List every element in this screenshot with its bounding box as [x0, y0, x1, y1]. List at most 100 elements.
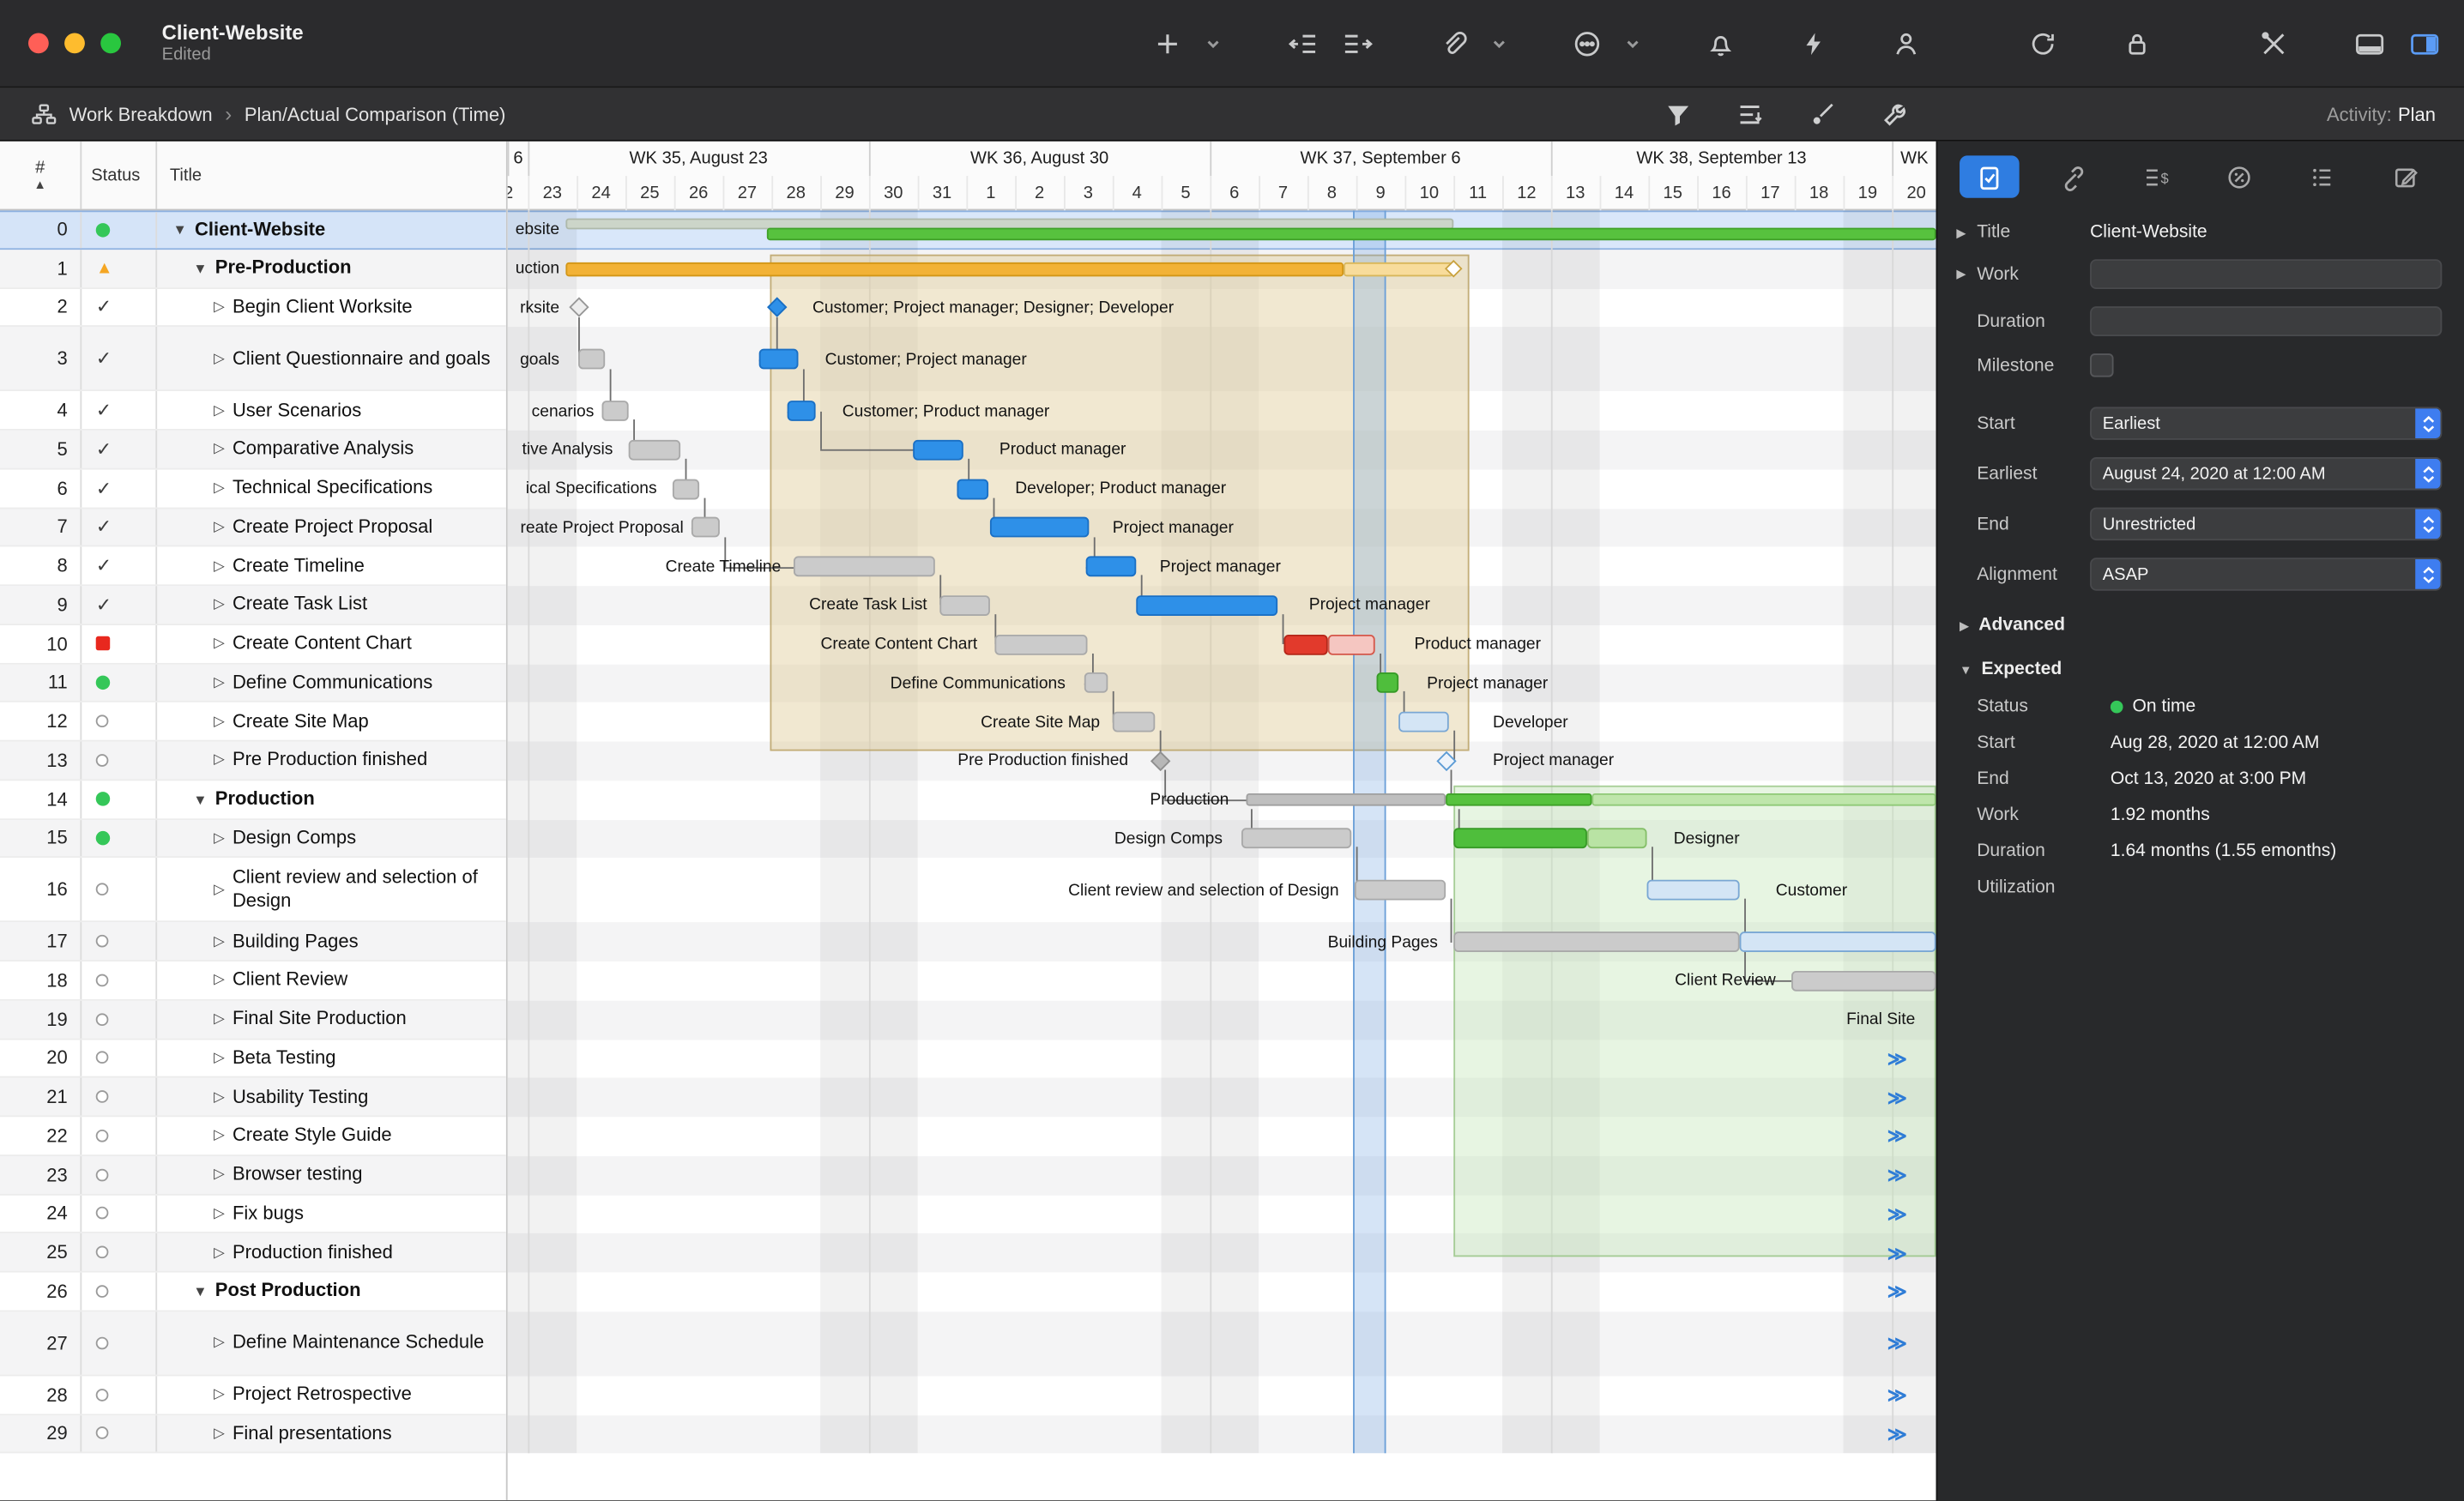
- expand-icon[interactable]: ▷: [214, 1127, 225, 1144]
- add-chevron-icon[interactable]: [1204, 33, 1223, 52]
- task-row-29[interactable]: 29▷Final presentations: [0, 1414, 506, 1453]
- end-popup[interactable]: Unrestricted: [2090, 508, 2442, 540]
- more-icon[interactable]: [1572, 27, 1603, 59]
- expand-icon[interactable]: ▷: [214, 401, 225, 419]
- work-disclosure-icon[interactable]: ▶: [1956, 267, 1977, 280]
- gantt-bar[interactable]: [1446, 793, 1591, 806]
- notifications-icon[interactable]: [1705, 27, 1736, 59]
- task-row-20[interactable]: 20▷Beta Testing: [0, 1040, 506, 1078]
- expand-icon[interactable]: ▷: [214, 558, 225, 575]
- outdent-icon[interactable]: [1285, 27, 1320, 59]
- task-row-5[interactable]: 5✓▷Comparative Analysis: [0, 431, 506, 469]
- indent-icon[interactable]: [1340, 27, 1374, 59]
- title-disclosure-icon[interactable]: ▶: [1956, 226, 1977, 239]
- offscreen-bar-arrows-icon[interactable]: ≫: [1887, 1040, 1907, 1078]
- offscreen-bar-arrows-icon[interactable]: ≫: [1887, 1376, 1907, 1414]
- close-button[interactable]: [28, 33, 49, 53]
- settings-wrench-icon[interactable]: [1880, 99, 1911, 128]
- more-chevron-icon[interactable]: [1623, 33, 1642, 52]
- tools-icon[interactable]: [2258, 27, 2290, 59]
- activity-bolt-icon[interactable]: [1799, 29, 1827, 57]
- gantt-bar[interactable]: [990, 517, 1089, 538]
- panel-right-icon[interactable]: [2407, 27, 2442, 59]
- gantt-bar[interactable]: [1587, 829, 1647, 849]
- expand-icon[interactable]: ▷: [214, 1335, 225, 1352]
- gantt-bar[interactable]: [1377, 673, 1399, 694]
- gantt-bar[interactable]: [1344, 262, 1453, 275]
- task-row-24[interactable]: 24▷Fix bugs: [0, 1195, 506, 1233]
- advanced-disclosure-icon[interactable]: ▶: [1960, 618, 1969, 632]
- task-row-22[interactable]: 22▷Create Style Guide: [0, 1117, 506, 1155]
- task-row-14[interactable]: 14▼Production: [0, 781, 506, 819]
- zoom-button[interactable]: [100, 33, 121, 53]
- utilization-tab[interactable]: [2209, 155, 2269, 197]
- milestone-checkbox[interactable]: [2090, 353, 2113, 377]
- gantt-bar[interactable]: [994, 634, 1087, 654]
- task-row-11[interactable]: 11▷Define Communications: [0, 664, 506, 702]
- gantt-bar[interactable]: [1113, 712, 1155, 732]
- gantt-bar[interactable]: [957, 479, 988, 499]
- expand-icon[interactable]: ▷: [214, 751, 225, 769]
- task-row-12[interactable]: 12▷Create Site Map: [0, 702, 506, 741]
- expand-icon[interactable]: ▷: [214, 479, 225, 497]
- expand-icon[interactable]: ▷: [214, 1425, 225, 1442]
- expand-icon[interactable]: ▷: [214, 1049, 225, 1066]
- gantt-bar[interactable]: [1740, 931, 1936, 952]
- expand-icon[interactable]: ▷: [214, 1244, 225, 1261]
- expand-icon[interactable]: ▷: [214, 1205, 225, 1222]
- attach-icon[interactable]: [1438, 27, 1470, 59]
- task-row-25[interactable]: 25▷Production finished: [0, 1233, 506, 1272]
- gantt-bar[interactable]: [1136, 595, 1277, 616]
- gantt-bar[interactable]: [565, 262, 1344, 275]
- attach-chevron-icon[interactable]: [1489, 33, 1508, 52]
- task-row-1[interactable]: 1▲▼Pre-Production: [0, 250, 506, 288]
- offscreen-bar-arrows-icon[interactable]: ≫: [1887, 1233, 1907, 1272]
- task-row-8[interactable]: 8✓▷Create Timeline: [0, 547, 506, 586]
- gantt-bar[interactable]: [565, 218, 1453, 229]
- gantt-bar[interactable]: [1241, 829, 1351, 849]
- expand-icon[interactable]: ▷: [214, 298, 225, 316]
- task-tab[interactable]: [1960, 155, 2020, 197]
- gantt-bar[interactable]: [1398, 712, 1449, 732]
- task-row-16[interactable]: 16▷Client review and selection of Design: [0, 859, 506, 923]
- gantt-bar[interactable]: [788, 401, 816, 421]
- work-field[interactable]: [2090, 259, 2442, 289]
- gantt-bar[interactable]: [794, 557, 935, 577]
- user-icon[interactable]: [1890, 27, 1922, 59]
- expand-icon[interactable]: ▷: [214, 829, 225, 847]
- expand-icon[interactable]: ▷: [214, 1088, 225, 1106]
- expand-icon[interactable]: ▷: [214, 518, 225, 535]
- expand-icon[interactable]: ▷: [214, 350, 225, 367]
- sync-icon[interactable]: [2027, 27, 2059, 59]
- task-row-9[interactable]: 9✓▷Create Task List: [0, 586, 506, 624]
- task-row-27[interactable]: 27▷Define Maintenance Schedule: [0, 1311, 506, 1376]
- task-row-3[interactable]: 3✓▷Client Questionnaire and goals: [0, 327, 506, 391]
- expand-icon[interactable]: ▷: [214, 713, 225, 730]
- task-row-13[interactable]: 13▷Pre Production finished: [0, 742, 506, 781]
- offscreen-bar-arrows-icon[interactable]: ≫: [1887, 1117, 1907, 1155]
- edit-tab[interactable]: [2376, 155, 2436, 197]
- breadcrumb-item[interactable]: Plan/Actual Comparison (Time): [245, 103, 506, 125]
- gantt-bar[interactable]: [767, 228, 1936, 241]
- task-row-7[interactable]: 7✓▷Create Project Proposal: [0, 509, 506, 547]
- task-row-4[interactable]: 4✓▷User Scenarios: [0, 392, 506, 431]
- gantt-bar[interactable]: [578, 349, 605, 370]
- expand-icon[interactable]: ▷: [214, 932, 225, 949]
- gantt-bar[interactable]: [913, 440, 963, 461]
- offscreen-bar-arrows-icon[interactable]: ≫: [1887, 1195, 1907, 1233]
- column-header-number[interactable]: # ▲: [0, 142, 82, 209]
- collapse-icon[interactable]: ▼: [172, 222, 186, 238]
- expected-section[interactable]: ▼ Expected: [1960, 660, 2442, 678]
- earliest-popup[interactable]: August 24, 2020 at 12:00 AM: [2090, 457, 2442, 490]
- breadcrumb-item[interactable]: Work Breakdown: [69, 103, 213, 125]
- collapse-icon[interactable]: ▼: [193, 791, 207, 806]
- gantt-bar[interactable]: [759, 349, 799, 370]
- task-row-26[interactable]: 26▼Post Production: [0, 1273, 506, 1311]
- duration-field[interactable]: [2090, 306, 2442, 336]
- gantt-bar[interactable]: [629, 440, 680, 461]
- expand-icon[interactable]: ▷: [214, 1166, 225, 1183]
- task-row-2[interactable]: 2✓▷Begin Client Worksite: [0, 288, 506, 327]
- expand-icon[interactable]: ▷: [214, 1010, 225, 1028]
- offscreen-bar-arrows-icon[interactable]: ≫: [1887, 1078, 1907, 1117]
- offscreen-bar-arrows-icon[interactable]: ≫: [1887, 1273, 1907, 1311]
